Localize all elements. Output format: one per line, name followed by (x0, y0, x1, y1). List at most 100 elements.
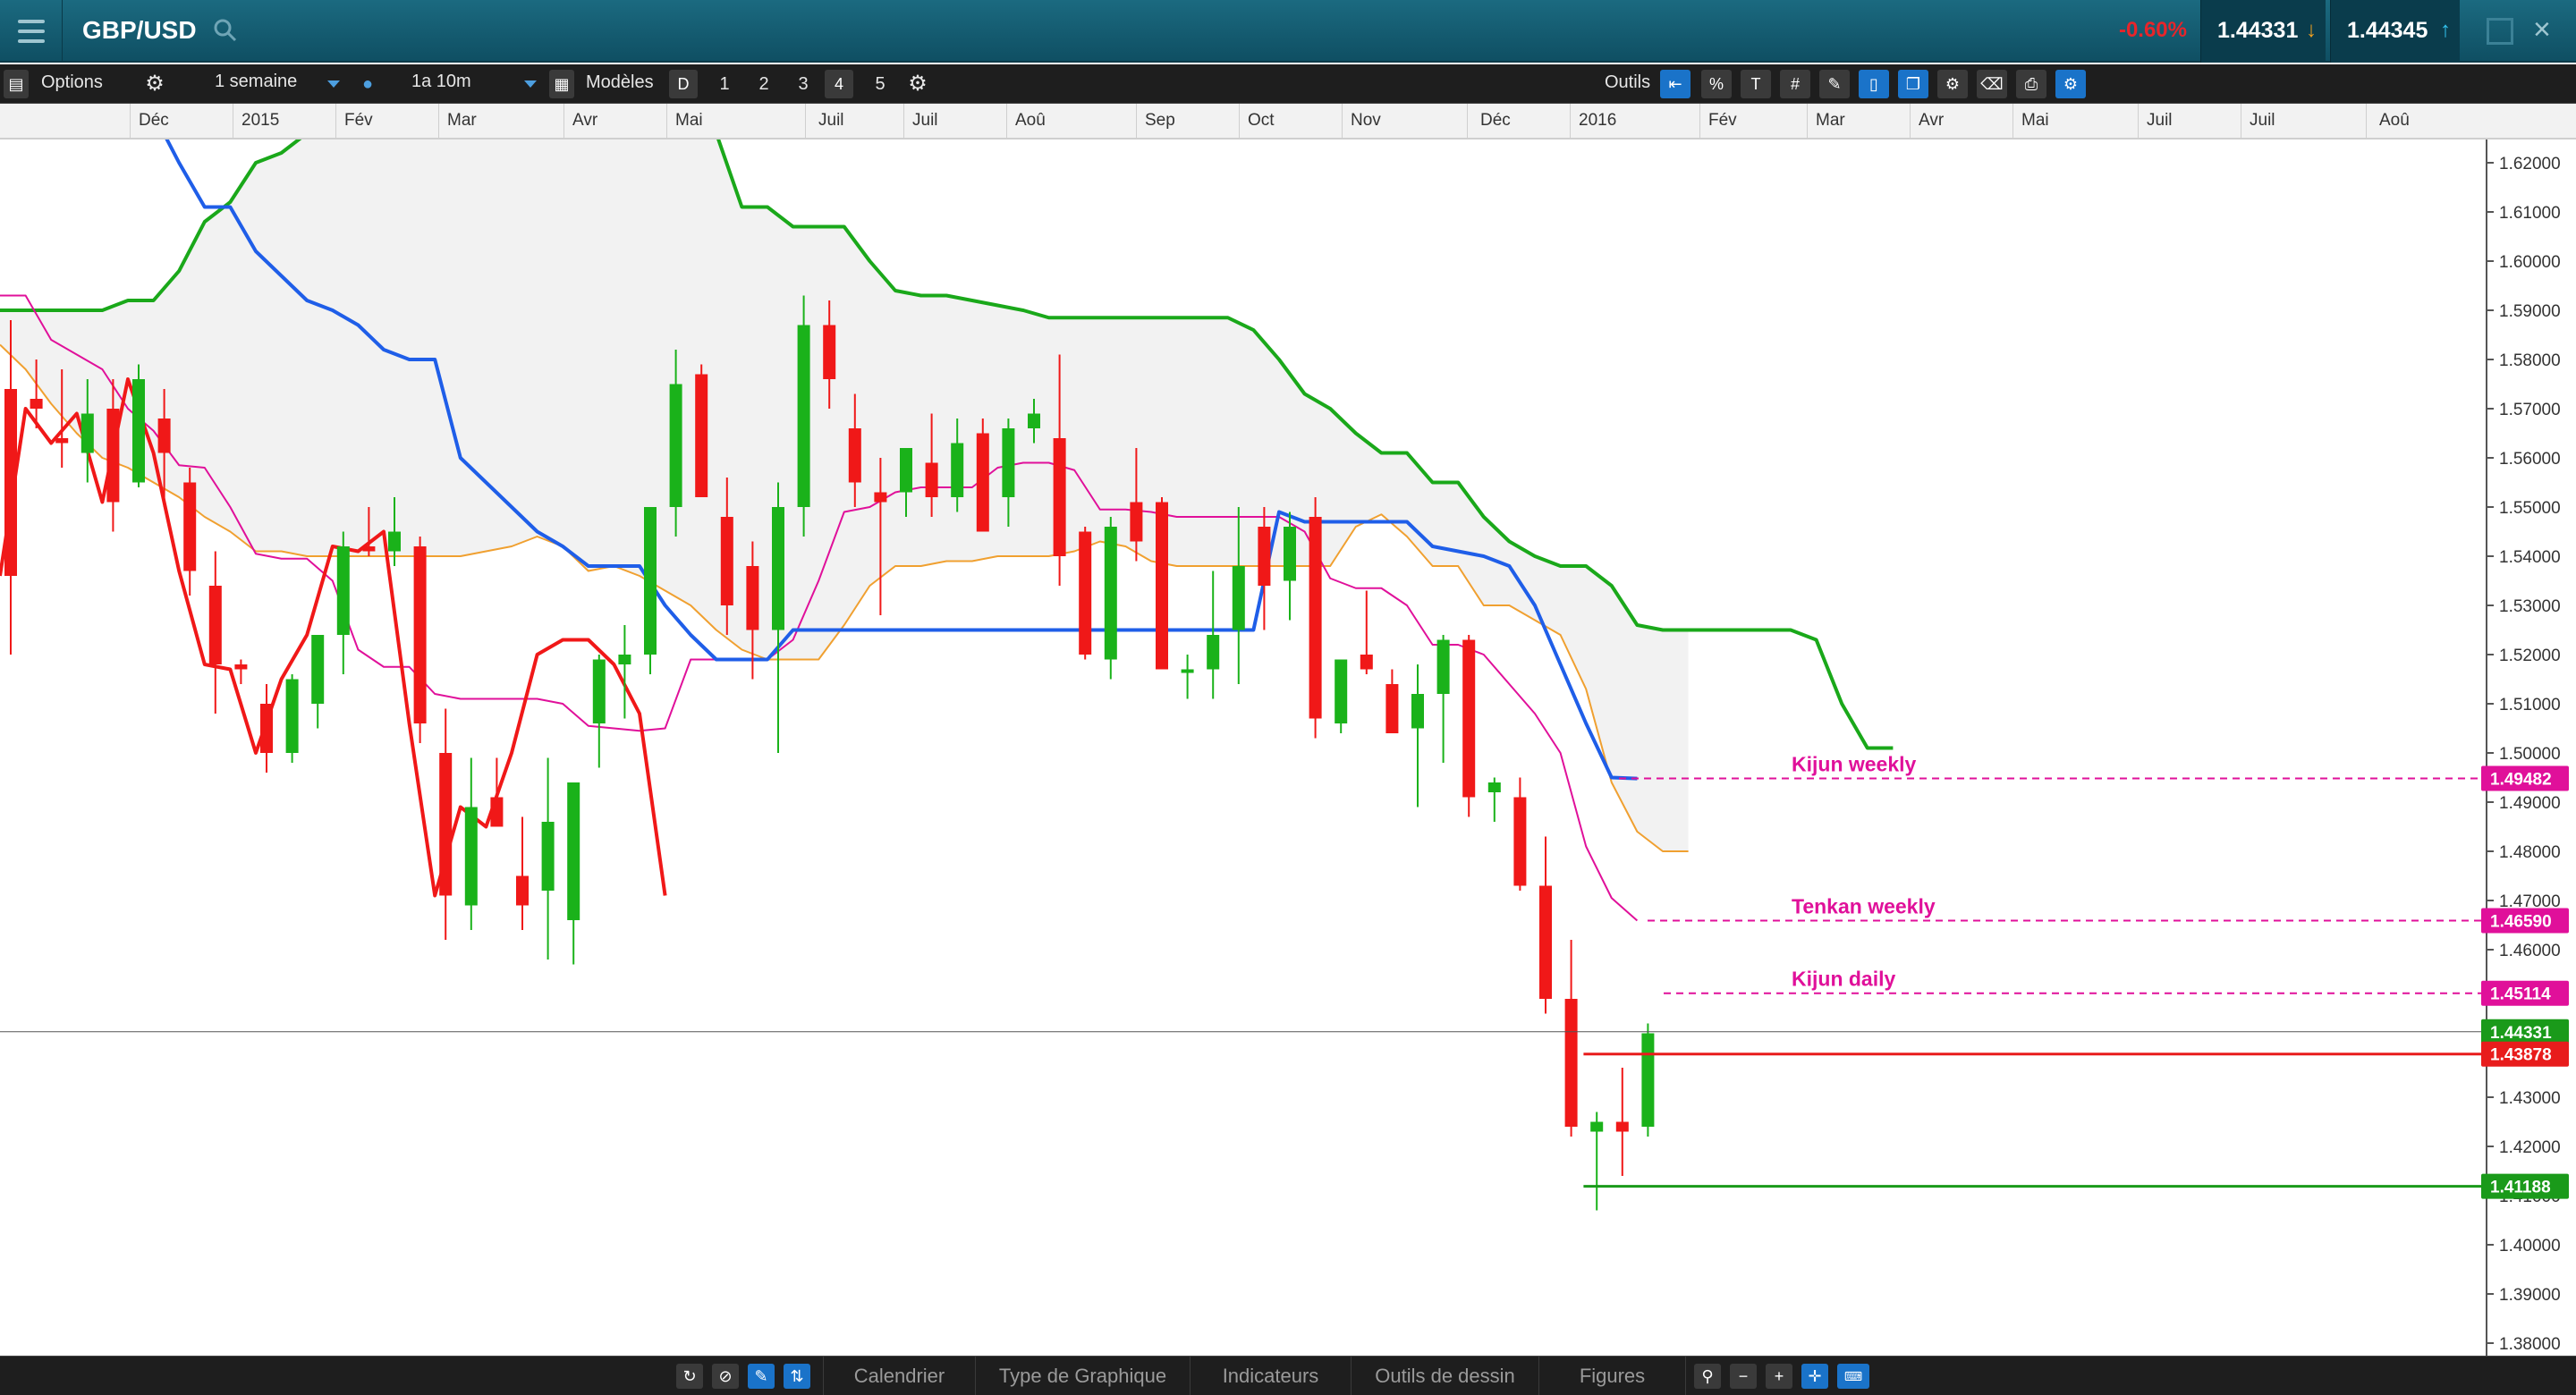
month-label: Oct (1248, 111, 1275, 130)
level-label: Tenkan weekly (1792, 895, 1936, 918)
options-label[interactable]: Options (41, 72, 103, 93)
candle-body (4, 389, 17, 576)
y-tick-label: 1.58000 (2499, 351, 2561, 370)
candle-body (1079, 531, 1092, 655)
bottom-bar: ↻ ⊘ ✎ ⇅ Calendrier Type de Graphique Ind… (0, 1356, 2576, 1395)
y-tick-label: 1.46000 (2499, 942, 2561, 960)
candle-body (541, 822, 555, 891)
month-divider (2012, 104, 2013, 140)
interval-d-button[interactable]: D (669, 70, 698, 98)
month-divider (1807, 104, 1808, 140)
month-label: Juil (2250, 111, 2275, 130)
keyboard-icon[interactable]: ⌨ (1837, 1364, 1869, 1389)
zoom-in-icon[interactable]: + (1766, 1364, 1792, 1389)
interval-2-button[interactable]: 2 (751, 70, 776, 98)
eraser-icon[interactable]: ⌫ (1977, 70, 2007, 98)
chart-toolbar: ▤ Options ⚙ 1 semaine ● 1a 10m ▦ Modèles… (0, 64, 2576, 104)
month-label: Nov (1351, 111, 1381, 130)
y-tick-label: 1.60000 (2499, 253, 2561, 272)
symbol-title[interactable]: GBP/USD (82, 16, 197, 45)
candle-icon[interactable]: ▯ (1859, 70, 1889, 98)
month-divider (438, 104, 439, 140)
search-icon[interactable] (213, 18, 238, 43)
ask-price-button[interactable]: 1.44345 ↑ (2330, 0, 2460, 63)
interval-1-button[interactable]: 1 (712, 70, 737, 98)
tab-indicateurs[interactable]: Indicateurs (1190, 1357, 1351, 1395)
interval-5-button[interactable]: 5 (868, 70, 893, 98)
arrow-up-icon: ↑ (2440, 18, 2451, 42)
candle-body (1487, 782, 1501, 792)
month-divider (1136, 104, 1137, 140)
candle-body (976, 433, 989, 532)
candle-body (260, 704, 273, 753)
gear-icon[interactable]: ⚙ (141, 70, 168, 98)
candle-body (208, 586, 222, 664)
tab-type-de-graphique[interactable]: Type de Graphique (975, 1357, 1190, 1395)
cursor-icon[interactable]: ⇤ (1660, 70, 1690, 98)
tab-figures[interactable]: Figures (1538, 1357, 1686, 1395)
menu-icon[interactable] (0, 0, 63, 63)
month-divider (1910, 104, 1911, 140)
fork-icon[interactable]: ⚙ (1937, 70, 1968, 98)
month-label: Avr (1919, 111, 1945, 130)
month-label: Mar (1816, 111, 1845, 130)
month-label: Mai (675, 111, 703, 130)
month-label: Déc (1480, 111, 1511, 130)
month-label: Avr (572, 111, 598, 130)
gear-icon[interactable]: ⚙ (903, 70, 932, 98)
range-dropdown[interactable]: 1a 10m (411, 72, 537, 97)
interval-dropdown[interactable]: 1 semaine (215, 72, 340, 97)
bid-price: 1.44331 (2217, 18, 2299, 43)
month-label: Déc (139, 111, 169, 130)
candle-body (1284, 527, 1296, 581)
print-icon[interactable]: ⎙ (2016, 70, 2046, 98)
swap-icon[interactable]: ⇅ (784, 1364, 810, 1389)
window-icon[interactable]: ❐ (1898, 70, 1928, 98)
crosshair-icon[interactable]: ✛ (1801, 1364, 1828, 1389)
y-tick-label: 1.52000 (2499, 647, 2561, 665)
price-chart[interactable]: 1.62000 1.61000 1.60000 1.59000 1.58000 1.570… (0, 140, 2576, 1356)
month-label: Fév (344, 111, 373, 130)
interval-4-button[interactable]: 4 (825, 70, 853, 98)
y-tick-label: 1.43000 (2499, 1089, 2561, 1108)
refresh-icon[interactable]: ↻ (676, 1364, 703, 1389)
candle-body (1564, 999, 1578, 1127)
tab-calendrier[interactable]: Calendrier (823, 1357, 975, 1395)
draw-icon[interactable]: ✎ (748, 1364, 775, 1389)
candle-body (1411, 694, 1424, 729)
bid-price-button[interactable]: 1.44331 ↓ (2200, 0, 2326, 63)
cancel-icon[interactable]: ⊘ (712, 1364, 739, 1389)
zoom-out-icon[interactable]: − (1730, 1364, 1757, 1389)
candle-body (1335, 659, 1348, 723)
percent-icon[interactable]: % (1701, 70, 1732, 98)
tab-outils-de-dessin[interactable]: Outils de dessin (1351, 1357, 1538, 1395)
month-label: Juil (912, 111, 938, 130)
candle-body (1462, 639, 1476, 798)
y-tick-label: 1.55000 (2499, 499, 2561, 518)
close-icon[interactable]: × (2533, 13, 2551, 47)
y-tick-label: 1.48000 (2499, 843, 2561, 862)
lock-icon[interactable]: ● (358, 70, 377, 98)
month-axis: Déc 2015 Fév Mar Avr Mai Juil Juil Aoû Sep Oct Nov D… (0, 104, 2576, 140)
calendar-icon[interactable]: ▦ (549, 70, 574, 98)
pencil-icon[interactable]: ✎ (1819, 70, 1850, 98)
grid-icon[interactable]: # (1780, 70, 1810, 98)
y-tick-label: 1.62000 (2499, 155, 2561, 173)
models-label[interactable]: Modèles (586, 72, 654, 93)
settings-icon[interactable]: ⚙ (2055, 70, 2086, 98)
month-label: Mai (2021, 111, 2049, 130)
price-tag-label: 1.41188 (2490, 1179, 2551, 1197)
zoom-icon[interactable]: ⚲ (1694, 1364, 1721, 1389)
month-divider (903, 104, 904, 140)
interval-3-button[interactable]: 3 (791, 70, 816, 98)
month-label: 2015 (242, 111, 280, 130)
candle-body (1436, 639, 1450, 694)
candle-body (1360, 655, 1373, 670)
month-label: Mar (447, 111, 477, 130)
options-panel-icon[interactable]: ▤ (4, 70, 29, 98)
popout-icon[interactable] (2487, 18, 2513, 45)
text-icon[interactable]: T (1741, 70, 1771, 98)
price-tag-label: 1.43878 (2490, 1046, 2552, 1065)
candle-body (132, 379, 145, 483)
candle-body (720, 517, 733, 605)
